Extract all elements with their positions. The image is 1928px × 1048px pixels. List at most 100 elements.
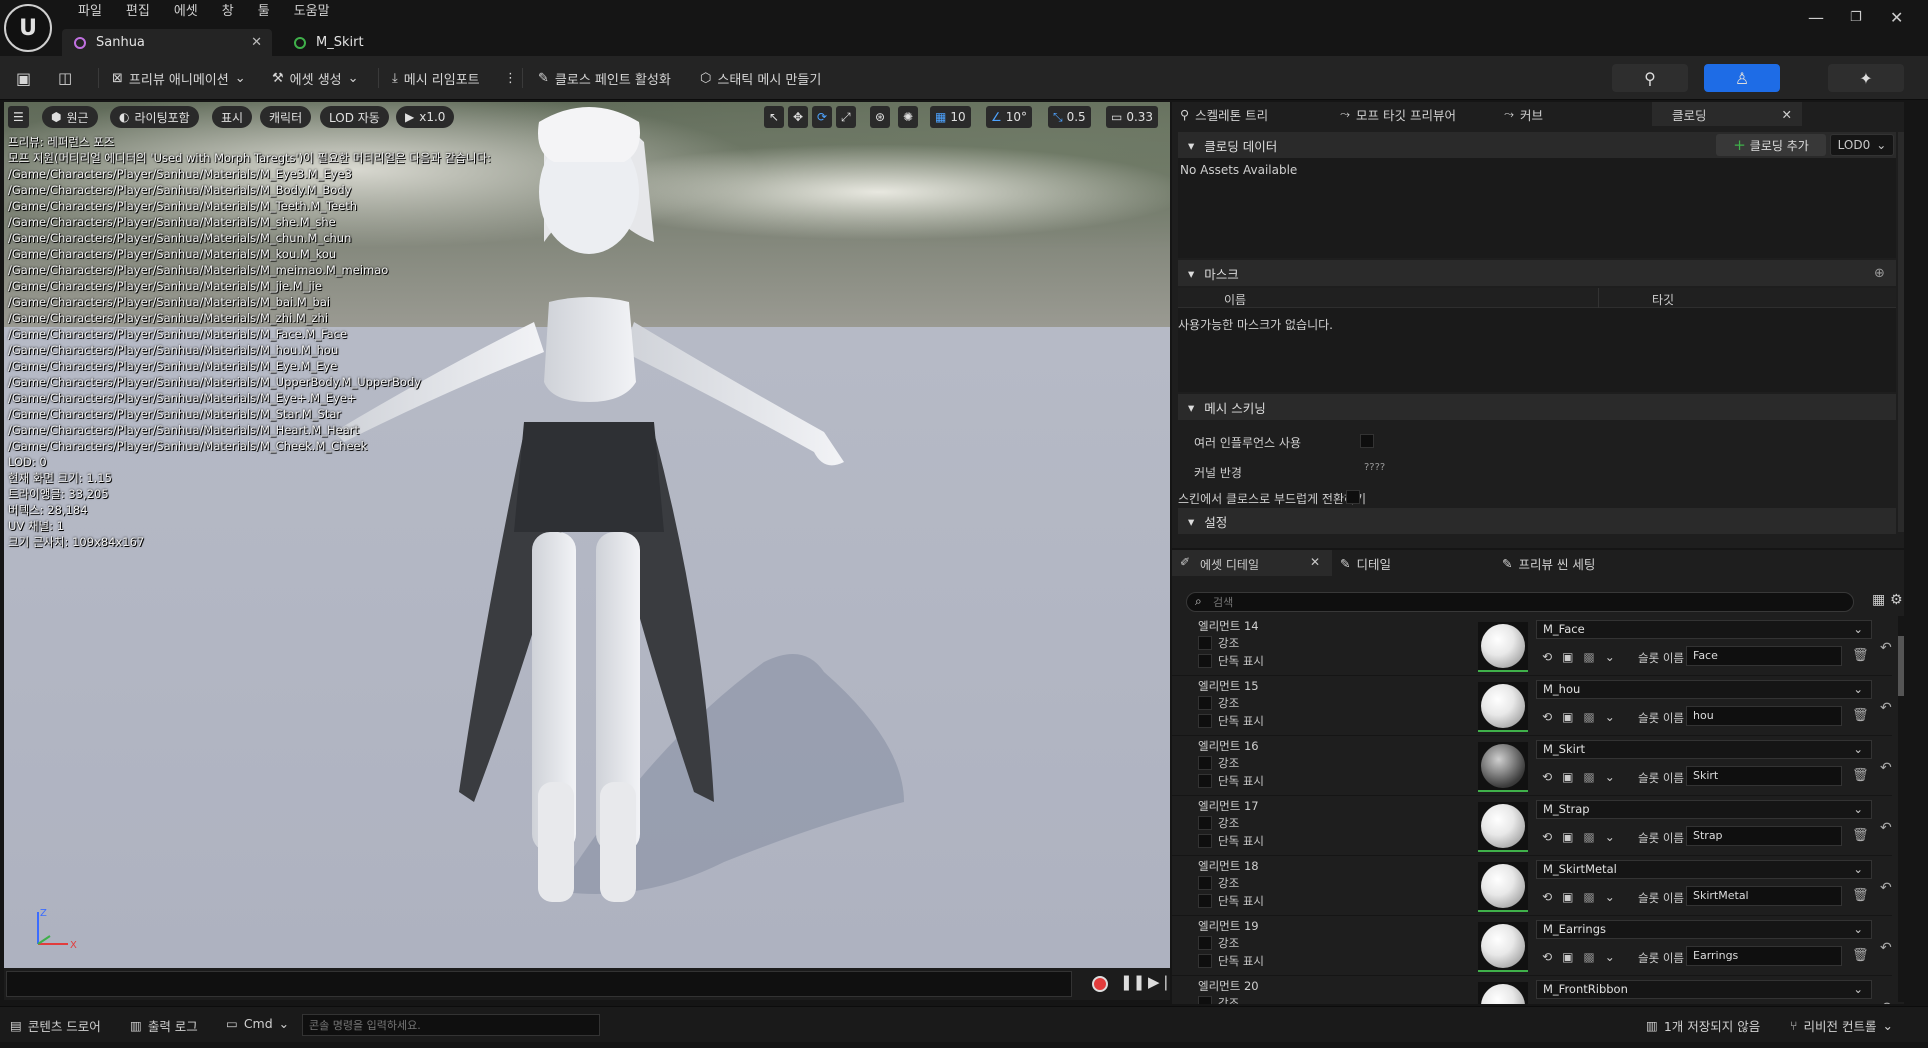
- reset-arrow-icon[interactable]: ↶: [1880, 700, 1892, 716]
- tab-morph-target[interactable]: ⤳ 모프 타깃 프리뷰어: [1340, 102, 1456, 126]
- add-mask-icon[interactable]: ⊕: [1874, 266, 1885, 281]
- tab-curves[interactable]: ⤳ 커브: [1504, 102, 1543, 126]
- reset-arrow-icon[interactable]: ↶: [1880, 820, 1892, 836]
- tab-clothing[interactable]: 클로딩 ✕: [1652, 102, 1802, 126]
- highlight-checkbox[interactable]: [1198, 996, 1212, 1004]
- cloth-paint-button[interactable]: ✎ 클로스 페인트 활성화: [538, 66, 671, 90]
- texture-icon[interactable]: ▩: [1583, 710, 1594, 724]
- browse-asset-icon[interactable]: ▣: [1562, 650, 1573, 664]
- playback-speed-button[interactable]: ▶ x1.0: [396, 106, 455, 128]
- chevron-down-icon[interactable]: ⌄: [1605, 650, 1615, 664]
- camera-speed-button[interactable]: ▭ 0.33: [1106, 106, 1159, 128]
- menu-edit[interactable]: 편집: [114, 3, 162, 21]
- settings-gear-icon[interactable]: ⚙: [1890, 592, 1903, 608]
- material-select[interactable]: M_SkirtMetal ⌄: [1536, 860, 1872, 879]
- highlight-checkbox[interactable]: [1198, 876, 1212, 890]
- skin-to-cloth-checkbox[interactable]: [1346, 490, 1360, 504]
- surface-snap-icon[interactable]: ✺: [898, 106, 919, 128]
- world-local-icon[interactable]: ⊛: [870, 106, 891, 128]
- tab-details[interactable]: ✎ 디테일: [1340, 551, 1391, 575]
- perspective-button[interactable]: ⬢ 원근: [42, 106, 98, 128]
- chevron-down-icon[interactable]: ⌄: [1605, 890, 1615, 904]
- slot-name-input[interactable]: Strap: [1686, 826, 1842, 846]
- mesh-mode-button[interactable]: ♙: [1704, 64, 1780, 92]
- browse-icon[interactable]: ◫: [58, 66, 72, 90]
- slot-name-input[interactable]: SkirtMetal: [1686, 886, 1842, 906]
- material-select[interactable]: M_Skirt ⌄: [1536, 740, 1872, 759]
- unsaved-button[interactable]: ▥ 1개 저장되지 않음: [1646, 1016, 1760, 1035]
- material-thumbnail[interactable]: [1478, 802, 1528, 852]
- save-icon[interactable]: ▣: [16, 66, 31, 90]
- more-options-icon[interactable]: ⋮: [504, 66, 517, 90]
- rotate-tool-icon[interactable]: ⟳: [812, 106, 833, 128]
- character-button[interactable]: 캐릭터: [260, 106, 312, 128]
- tab-asset-details[interactable]: ✐ 에셋 디테일 ✕: [1172, 550, 1332, 576]
- search-box[interactable]: ⌕: [1186, 592, 1854, 612]
- isolate-checkbox[interactable]: [1198, 714, 1212, 728]
- unreal-logo-icon[interactable]: U: [4, 4, 52, 52]
- use-selected-icon[interactable]: ⟲: [1542, 890, 1552, 904]
- texture-icon[interactable]: ▩: [1583, 650, 1594, 664]
- show-button[interactable]: 표시: [212, 106, 253, 128]
- lighting-button[interactable]: ◐ 라이팅포함: [110, 106, 199, 128]
- viewport[interactable]: ☰ ⬢ 원근 ◐ 라이팅포함 표시 캐릭터 LOD 자동 ▶ x1.0 ↖ ✥ ⟳ ⤢…: [4, 102, 1170, 968]
- record-icon[interactable]: [1092, 976, 1108, 992]
- material-thumbnail[interactable]: [1478, 982, 1528, 1004]
- chevron-down-icon[interactable]: ⌄: [1605, 710, 1615, 724]
- section-settings[interactable]: ▾ 설정: [1178, 508, 1896, 534]
- material-select[interactable]: M_Strap ⌄: [1536, 800, 1872, 819]
- highlight-checkbox[interactable]: [1198, 636, 1212, 650]
- lod-select[interactable]: LOD0 ⌄: [1830, 134, 1894, 156]
- menu-help[interactable]: 도움말: [282, 3, 342, 21]
- translate-tool-icon[interactable]: ✥: [788, 106, 809, 128]
- use-selected-icon[interactable]: ⟲: [1542, 950, 1552, 964]
- timeline-track[interactable]: [6, 971, 1072, 997]
- reset-arrow-icon[interactable]: ↶: [1880, 940, 1892, 956]
- material-thumbnail[interactable]: [1478, 922, 1528, 972]
- tab-skeleton-tree[interactable]: ⚲ 스켈레톤 트리: [1180, 102, 1268, 126]
- output-log-button[interactable]: ▥ 출력 로그: [130, 1016, 198, 1035]
- kernel-radius-value[interactable]: ????: [1364, 462, 1385, 473]
- trash-icon[interactable]: 🗑: [1852, 708, 1869, 723]
- slot-name-input[interactable]: Earrings: [1686, 946, 1842, 966]
- angle-snap-button[interactable]: ∠ 10°: [986, 106, 1033, 128]
- restore-icon[interactable]: ❐: [1850, 10, 1862, 25]
- highlight-checkbox[interactable]: [1198, 756, 1212, 770]
- texture-icon[interactable]: ▩: [1583, 830, 1594, 844]
- search-input[interactable]: [1213, 594, 1813, 610]
- create-asset-button[interactable]: ⚒ 에셋 생성 ⌄: [272, 66, 359, 90]
- texture-icon[interactable]: ▩: [1583, 770, 1594, 784]
- trash-icon[interactable]: 🗑: [1852, 648, 1869, 663]
- reset-arrow-icon[interactable]: ↶: [1880, 640, 1892, 656]
- close-window-icon[interactable]: ✕: [1890, 8, 1903, 27]
- section-mesh-skinning[interactable]: ▾ 메시 스키닝: [1178, 394, 1896, 420]
- revision-control-button[interactable]: ⑂ 리비전 컨트롤 ⌄: [1790, 1016, 1893, 1035]
- material-thumbnail[interactable]: [1478, 622, 1528, 672]
- slot-name-input[interactable]: hou: [1686, 706, 1842, 726]
- scale-snap-button[interactable]: ⤡ 0.5: [1048, 106, 1091, 128]
- material-thumbnail[interactable]: [1478, 862, 1528, 912]
- scrollbar[interactable]: [1898, 132, 1904, 532]
- column-name[interactable]: 이름: [1224, 291, 1246, 308]
- add-clothing-button[interactable]: + 클로딩 추가: [1716, 134, 1826, 156]
- browse-asset-icon[interactable]: ▣: [1562, 710, 1573, 724]
- lod-button[interactable]: LOD 자동: [320, 106, 389, 128]
- trash-icon[interactable]: 🗑: [1852, 828, 1869, 843]
- highlight-checkbox[interactable]: [1198, 816, 1212, 830]
- view-options-icon[interactable]: ▦: [1872, 592, 1885, 608]
- multi-influence-checkbox[interactable]: [1360, 434, 1374, 448]
- browse-asset-icon[interactable]: ▣: [1562, 830, 1573, 844]
- scrollbar-thumb[interactable]: [1898, 636, 1904, 696]
- close-tab-icon[interactable]: ✕: [1782, 107, 1792, 122]
- scale-tool-icon[interactable]: ⤢: [836, 106, 856, 128]
- texture-icon[interactable]: ▩: [1583, 950, 1594, 964]
- slot-name-input[interactable]: Skirt: [1686, 766, 1842, 786]
- material-thumbnail[interactable]: [1478, 742, 1528, 792]
- mesh-reimport-button[interactable]: ⤓ 메시 리임포트: [392, 66, 480, 90]
- trash-icon[interactable]: 🗑: [1852, 768, 1869, 783]
- content-drawer-button[interactable]: ▤ 콘텐츠 드로어: [10, 1016, 101, 1035]
- menu-tools[interactable]: 툴: [246, 3, 282, 21]
- reset-arrow-icon[interactable]: ↶: [1880, 880, 1892, 896]
- browse-asset-icon[interactable]: ▣: [1562, 950, 1573, 964]
- highlight-checkbox[interactable]: [1198, 936, 1212, 950]
